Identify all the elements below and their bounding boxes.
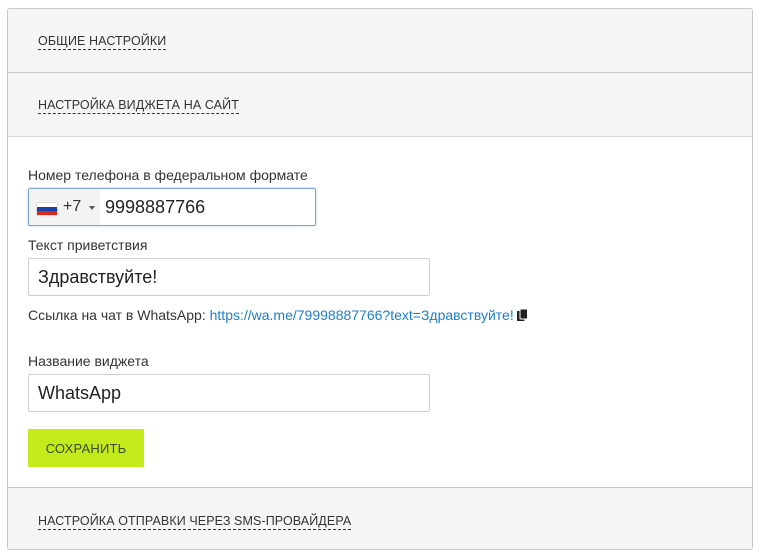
- section-widget-settings-title[interactable]: НАСТРОЙКА ВИДЖЕТА НА САЙТ: [38, 98, 239, 114]
- widget-name-input[interactable]: [28, 374, 430, 412]
- phone-input[interactable]: [105, 189, 310, 225]
- russia-flag-icon: [37, 203, 57, 215]
- section-widget-settings[interactable]: НАСТРОЙКА ВИДЖЕТА НА САЙТ: [8, 73, 752, 137]
- whatsapp-link-prefix: Ссылка на чат в WhatsApp:: [28, 307, 210, 323]
- section-sms-settings[interactable]: НАСТРОЙКА ОТПРАВКИ ЧЕРЕЗ SMS-ПРОВАЙДЕРА: [8, 487, 752, 549]
- copy-icon[interactable]: [516, 308, 528, 325]
- save-button[interactable]: СОХРАНИТЬ: [28, 429, 144, 467]
- phone-field[interactable]: +7: [28, 188, 316, 226]
- widget-settings-panel: Номер телефона в федеральном формате +7 …: [8, 137, 752, 487]
- whatsapp-link-line: Ссылка на чат в WhatsApp: https://wa.me/…: [28, 307, 528, 325]
- phone-label: Номер телефона в федеральном формате: [28, 167, 308, 183]
- greeting-input[interactable]: [28, 258, 430, 296]
- settings-accordion: ОБЩИЕ НАСТРОЙКИ НАСТРОЙКА ВИДЖЕТА НА САЙ…: [7, 8, 753, 550]
- dial-code: +7: [63, 198, 82, 215]
- country-selector[interactable]: +7: [29, 189, 100, 225]
- greeting-label: Текст приветствия: [28, 237, 148, 253]
- widget-name-label: Название виджета: [28, 353, 149, 369]
- section-sms-settings-title[interactable]: НАСТРОЙКА ОТПРАВКИ ЧЕРЕЗ SMS-ПРОВАЙДЕРА: [38, 514, 352, 530]
- chevron-down-icon: [89, 206, 95, 210]
- section-general-settings[interactable]: ОБЩИЕ НАСТРОЙКИ: [8, 9, 752, 73]
- whatsapp-chat-link[interactable]: https://wa.me/79998887766?text=Здравству…: [210, 307, 514, 323]
- section-general-settings-title[interactable]: ОБЩИЕ НАСТРОЙКИ: [38, 34, 167, 50]
